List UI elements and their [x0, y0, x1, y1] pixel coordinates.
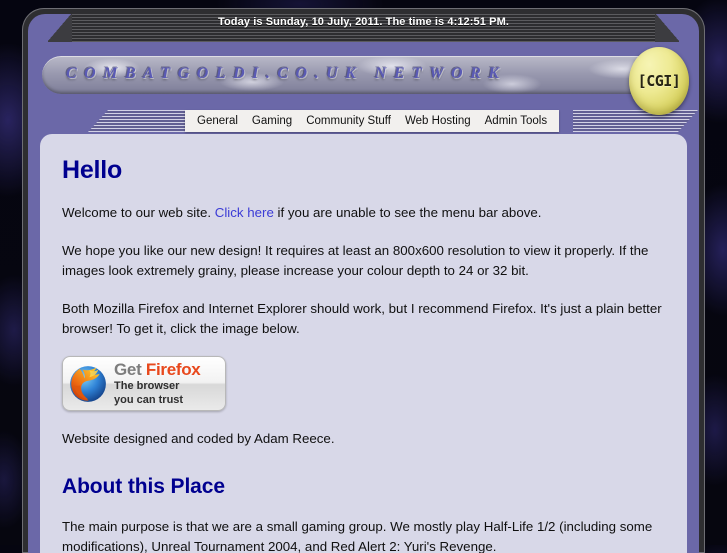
cgi-logo-text: [CGI]	[637, 72, 681, 90]
banner-pill: COMBATGOLDI.CO.UK NETWORK	[42, 56, 675, 94]
credit-paragraph: Website designed and coded by Adam Reece…	[62, 431, 335, 446]
content-panel: Hello Welcome to our web site. Click her…	[40, 134, 687, 553]
firefox-get-word: Get	[114, 360, 146, 379]
firefox-product-word: Firefox	[145, 360, 201, 379]
welcome-text-after: if you are unable to see the menu bar ab…	[273, 205, 542, 220]
firefox-badge-text: Get Firefox The browser you can trust	[114, 360, 201, 406]
browsers-paragraph: Both Mozilla Firefox and Internet Explor…	[62, 301, 662, 336]
welcome-text-before: Welcome to our web site.	[62, 205, 215, 220]
site-banner: COMBATGOLDI.CO.UK NETWORK [CGI]	[28, 47, 699, 115]
about-paragraph: The main purpose is that we are a small …	[62, 519, 653, 553]
site-frame: Today is Sunday, 10 July, 2011. The time…	[22, 8, 705, 553]
design-paragraph: We hope you like our new design! It requ…	[62, 243, 649, 278]
site-title: COMBATGOLDI.CO.UK NETWORK	[66, 65, 507, 82]
firefox-tagline-line-2: you can trust	[114, 394, 184, 406]
firefox-tagline-line-1: The browser	[114, 380, 180, 392]
firefox-logo-icon	[70, 365, 106, 402]
click-here-link[interactable]: Click here	[215, 205, 274, 220]
nav-item-community-stuff[interactable]: Community Stuff	[299, 110, 398, 132]
date-time-text: Today is Sunday, 10 July, 2011. The time…	[217, 16, 509, 28]
nav-item-admin-tools[interactable]: Admin Tools	[478, 110, 554, 132]
nav-item-web-hosting[interactable]: Web Hosting	[398, 110, 478, 132]
firefox-title-line: Get Firefox	[114, 360, 201, 379]
cgi-logo-badge[interactable]: [CGI]	[629, 47, 689, 115]
site-frame-inner: Today is Sunday, 10 July, 2011. The time…	[28, 14, 699, 553]
about-heading: About this Place	[62, 475, 225, 498]
nav-item-general[interactable]: General	[190, 110, 245, 132]
nav-stripe-right	[573, 110, 698, 132]
status-bar: Today is Sunday, 10 July, 2011. The time…	[28, 14, 699, 46]
nav-item-gaming[interactable]: Gaming	[245, 110, 299, 132]
navigation-bar: General Gaming Community Stuff Web Hosti…	[28, 110, 699, 134]
hello-heading: Hello	[62, 156, 123, 184]
welcome-paragraph: Welcome to our web site. Click here if y…	[62, 203, 665, 223]
nav-menu: General Gaming Community Stuff Web Hosti…	[185, 110, 560, 132]
get-firefox-button[interactable]: Get Firefox The browser you can trust	[62, 356, 226, 411]
